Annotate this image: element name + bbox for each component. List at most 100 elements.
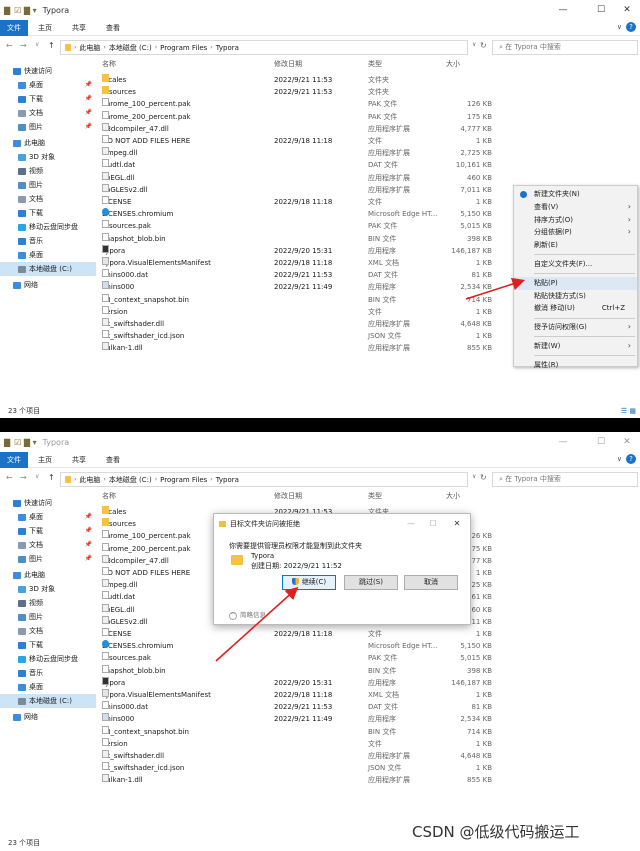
file-row[interactable]: locales 2022/9/21 11:53 文件夹 [96, 74, 640, 86]
nav-item[interactable]: 视频 [0, 164, 96, 178]
file-row[interactable]: ffmpeg.dll 应用程序扩展 2,725 KB [96, 147, 640, 159]
nav-item[interactable]: 下载 📌 [0, 92, 96, 106]
file-row[interactable]: resources.pak PAK 文件 5,015 KB [96, 652, 640, 664]
file-row[interactable]: chrome_100_percent.pak PAK 文件 126 KB [96, 98, 640, 110]
column-header-type[interactable]: 类型 [368, 489, 382, 503]
file-row[interactable]: version 文件 1 KB [96, 737, 640, 750]
nav-item[interactable]: 图片 [0, 178, 96, 192]
file-row[interactable]: libEGL.dll 应用程序扩展 460 KB [96, 171, 640, 184]
nav-item[interactable]: 本地磁盘 (C:) [0, 262, 96, 276]
breadcrumb[interactable]: Typora [216, 476, 239, 484]
file-row[interactable]: vulkan-1.dll 应用程序扩展 855 KB [96, 774, 640, 786]
back-icon[interactable]: ← [6, 473, 13, 482]
forward-icon[interactable]: → [20, 473, 27, 482]
recent-chevron-icon[interactable]: ∨ [35, 473, 39, 480]
refresh-icon[interactable]: ↻ [480, 41, 487, 50]
column-header-size[interactable]: 大小 [446, 489, 460, 503]
quick-access-toolbar-icon[interactable]: ☑ ▇ ▾ [14, 438, 36, 447]
address-bar[interactable]: › 此电脑 › 本地磁盘 (C:) › Program Files › Typo… [60, 472, 468, 487]
nav-item[interactable]: 移动云盘同步盘 [0, 220, 96, 234]
context-menu-item[interactable]: 新建(W) › [514, 340, 637, 353]
breadcrumb[interactable]: Typora [216, 44, 239, 52]
nav-item[interactable]: 网络 [0, 710, 96, 724]
breadcrumb[interactable]: 本地磁盘 (C:) [109, 43, 152, 53]
file-row[interactable]: vk_swiftshader_icd.json JSON 文件 1 KB [96, 762, 640, 774]
nav-item[interactable]: 此电脑 [0, 136, 96, 150]
ribbon-expand-icon[interactable]: ∨ [617, 455, 622, 463]
nav-item[interactable]: 3D 对象 [0, 150, 96, 164]
breadcrumb[interactable]: 此电脑 [79, 43, 100, 53]
cancel-button[interactable]: 取消 [404, 575, 458, 590]
address-bar[interactable]: › 此电脑 › 本地磁盘 (C:) › Program Files › Typo… [60, 40, 468, 55]
up-icon[interactable]: ↑ [48, 473, 55, 482]
close-button[interactable]: ✕ [614, 2, 640, 18]
search-input[interactable]: ⌕ 在 Typora 中搜索 [492, 472, 638, 487]
column-header-date[interactable]: 修改日期 [274, 57, 302, 71]
nav-item[interactable]: 下载 [0, 638, 96, 652]
breadcrumb[interactable]: 此电脑 [79, 475, 100, 485]
file-row[interactable]: d3dcompiler_47.dll 应用程序扩展 4,777 KB [96, 122, 640, 135]
continue-button[interactable]: 继续(C) [282, 575, 336, 590]
nav-item[interactable]: 文档 [0, 624, 96, 638]
column-header-type[interactable]: 类型 [368, 57, 382, 71]
breadcrumb[interactable]: Program Files [160, 476, 207, 484]
up-icon[interactable]: ↑ [48, 41, 55, 50]
file-row[interactable]: unins000.dat 2022/9/21 11:53 DAT 文件 81 KB [96, 701, 640, 713]
nav-item[interactable]: 本地磁盘 (C:) [0, 694, 96, 708]
nav-item[interactable]: 快速访问 [0, 496, 96, 510]
search-input[interactable]: ⌕ 在 Typora 中搜索 [492, 40, 638, 55]
dialog-close-button[interactable]: ✕ [446, 514, 468, 534]
context-menu-item[interactable]: 刷新(E) [514, 239, 637, 252]
skip-button[interactable]: 跳过(S) [344, 575, 398, 590]
nav-item[interactable]: 此电脑 [0, 568, 96, 582]
address-dropdown-icon[interactable]: ∨ [472, 41, 476, 48]
context-menu-item[interactable]: 属性(R) [514, 359, 637, 372]
nav-item[interactable]: 音乐 [0, 234, 96, 248]
context-menu-item[interactable]: 撤消 移动(U) Ctrl+Z [514, 302, 637, 315]
context-menu-item[interactable]: 排序方式(O) › [514, 214, 637, 227]
breadcrumb[interactable]: 本地磁盘 (C:) [109, 475, 152, 485]
minimize-button[interactable]: — [550, 434, 576, 450]
help-icon[interactable]: ? [626, 454, 636, 464]
dialog-maximize-button[interactable]: ☐ [422, 514, 444, 534]
tab-home[interactable]: 主页 [28, 455, 62, 465]
view-toggle-icon[interactable]: ☰ ▦ [616, 407, 636, 415]
nav-item[interactable]: 音乐 [0, 666, 96, 680]
nav-item[interactable]: 图片 [0, 610, 96, 624]
nav-item[interactable]: 快速访问 [0, 64, 96, 78]
close-button[interactable]: ✕ [614, 434, 640, 450]
column-header-date[interactable]: 修改日期 [274, 489, 302, 503]
file-row[interactable]: vk_swiftshader.dll 应用程序扩展 4,648 KB [96, 750, 640, 762]
column-header-size[interactable]: 大小 [446, 57, 460, 71]
nav-item[interactable]: 网络 [0, 278, 96, 292]
tab-file[interactable]: 文件 [0, 451, 28, 468]
maximize-button[interactable]: ☐ [588, 434, 614, 450]
nav-item[interactable]: 下载 📌 [0, 524, 96, 538]
minimize-button[interactable]: — [550, 2, 576, 18]
forward-icon[interactable]: → [20, 41, 27, 50]
context-menu-item[interactable]: 分组依据(P) › [514, 226, 637, 239]
file-row[interactable]: snapshot_blob.bin BIN 文件 398 KB [96, 664, 640, 677]
nav-item[interactable]: 3D 对象 [0, 582, 96, 596]
fewer-details-toggle[interactable]: ^ 简略信息 [229, 609, 266, 620]
ribbon-expand-icon[interactable]: ∨ [617, 23, 622, 31]
context-menu-item[interactable]: 自定义文件夹(F)... [514, 258, 637, 271]
tab-view[interactable]: 查看 [96, 23, 130, 33]
context-menu-item[interactable]: 粘贴(P) [514, 276, 637, 290]
nav-item[interactable]: 文档 📌 [0, 538, 96, 552]
recent-chevron-icon[interactable]: ∨ [35, 41, 39, 48]
tab-file[interactable]: 文件 [0, 19, 28, 36]
file-row[interactable]: unins000 2022/9/21 11:49 应用程序 2,534 KB [96, 713, 640, 725]
file-row[interactable]: chrome_200_percent.pak PAK 文件 175 KB [96, 110, 640, 123]
context-menu-item[interactable]: 授予访问权限(G) › [514, 321, 637, 334]
nav-item[interactable]: 视频 [0, 596, 96, 610]
nav-item[interactable]: 桌面 📌 [0, 78, 96, 92]
tab-view[interactable]: 查看 [96, 455, 130, 465]
breadcrumb[interactable]: Program Files [160, 44, 207, 52]
file-row[interactable]: v8_context_snapshot.bin BIN 文件 714 KB [96, 725, 640, 738]
nav-item[interactable]: 移动云盘同步盘 [0, 652, 96, 666]
back-icon[interactable]: ← [6, 41, 13, 50]
dialog-minimize-button[interactable]: — [400, 514, 422, 534]
nav-item[interactable]: 文档 📌 [0, 106, 96, 120]
context-menu-item[interactable]: 粘贴快捷方式(S) [514, 290, 637, 303]
